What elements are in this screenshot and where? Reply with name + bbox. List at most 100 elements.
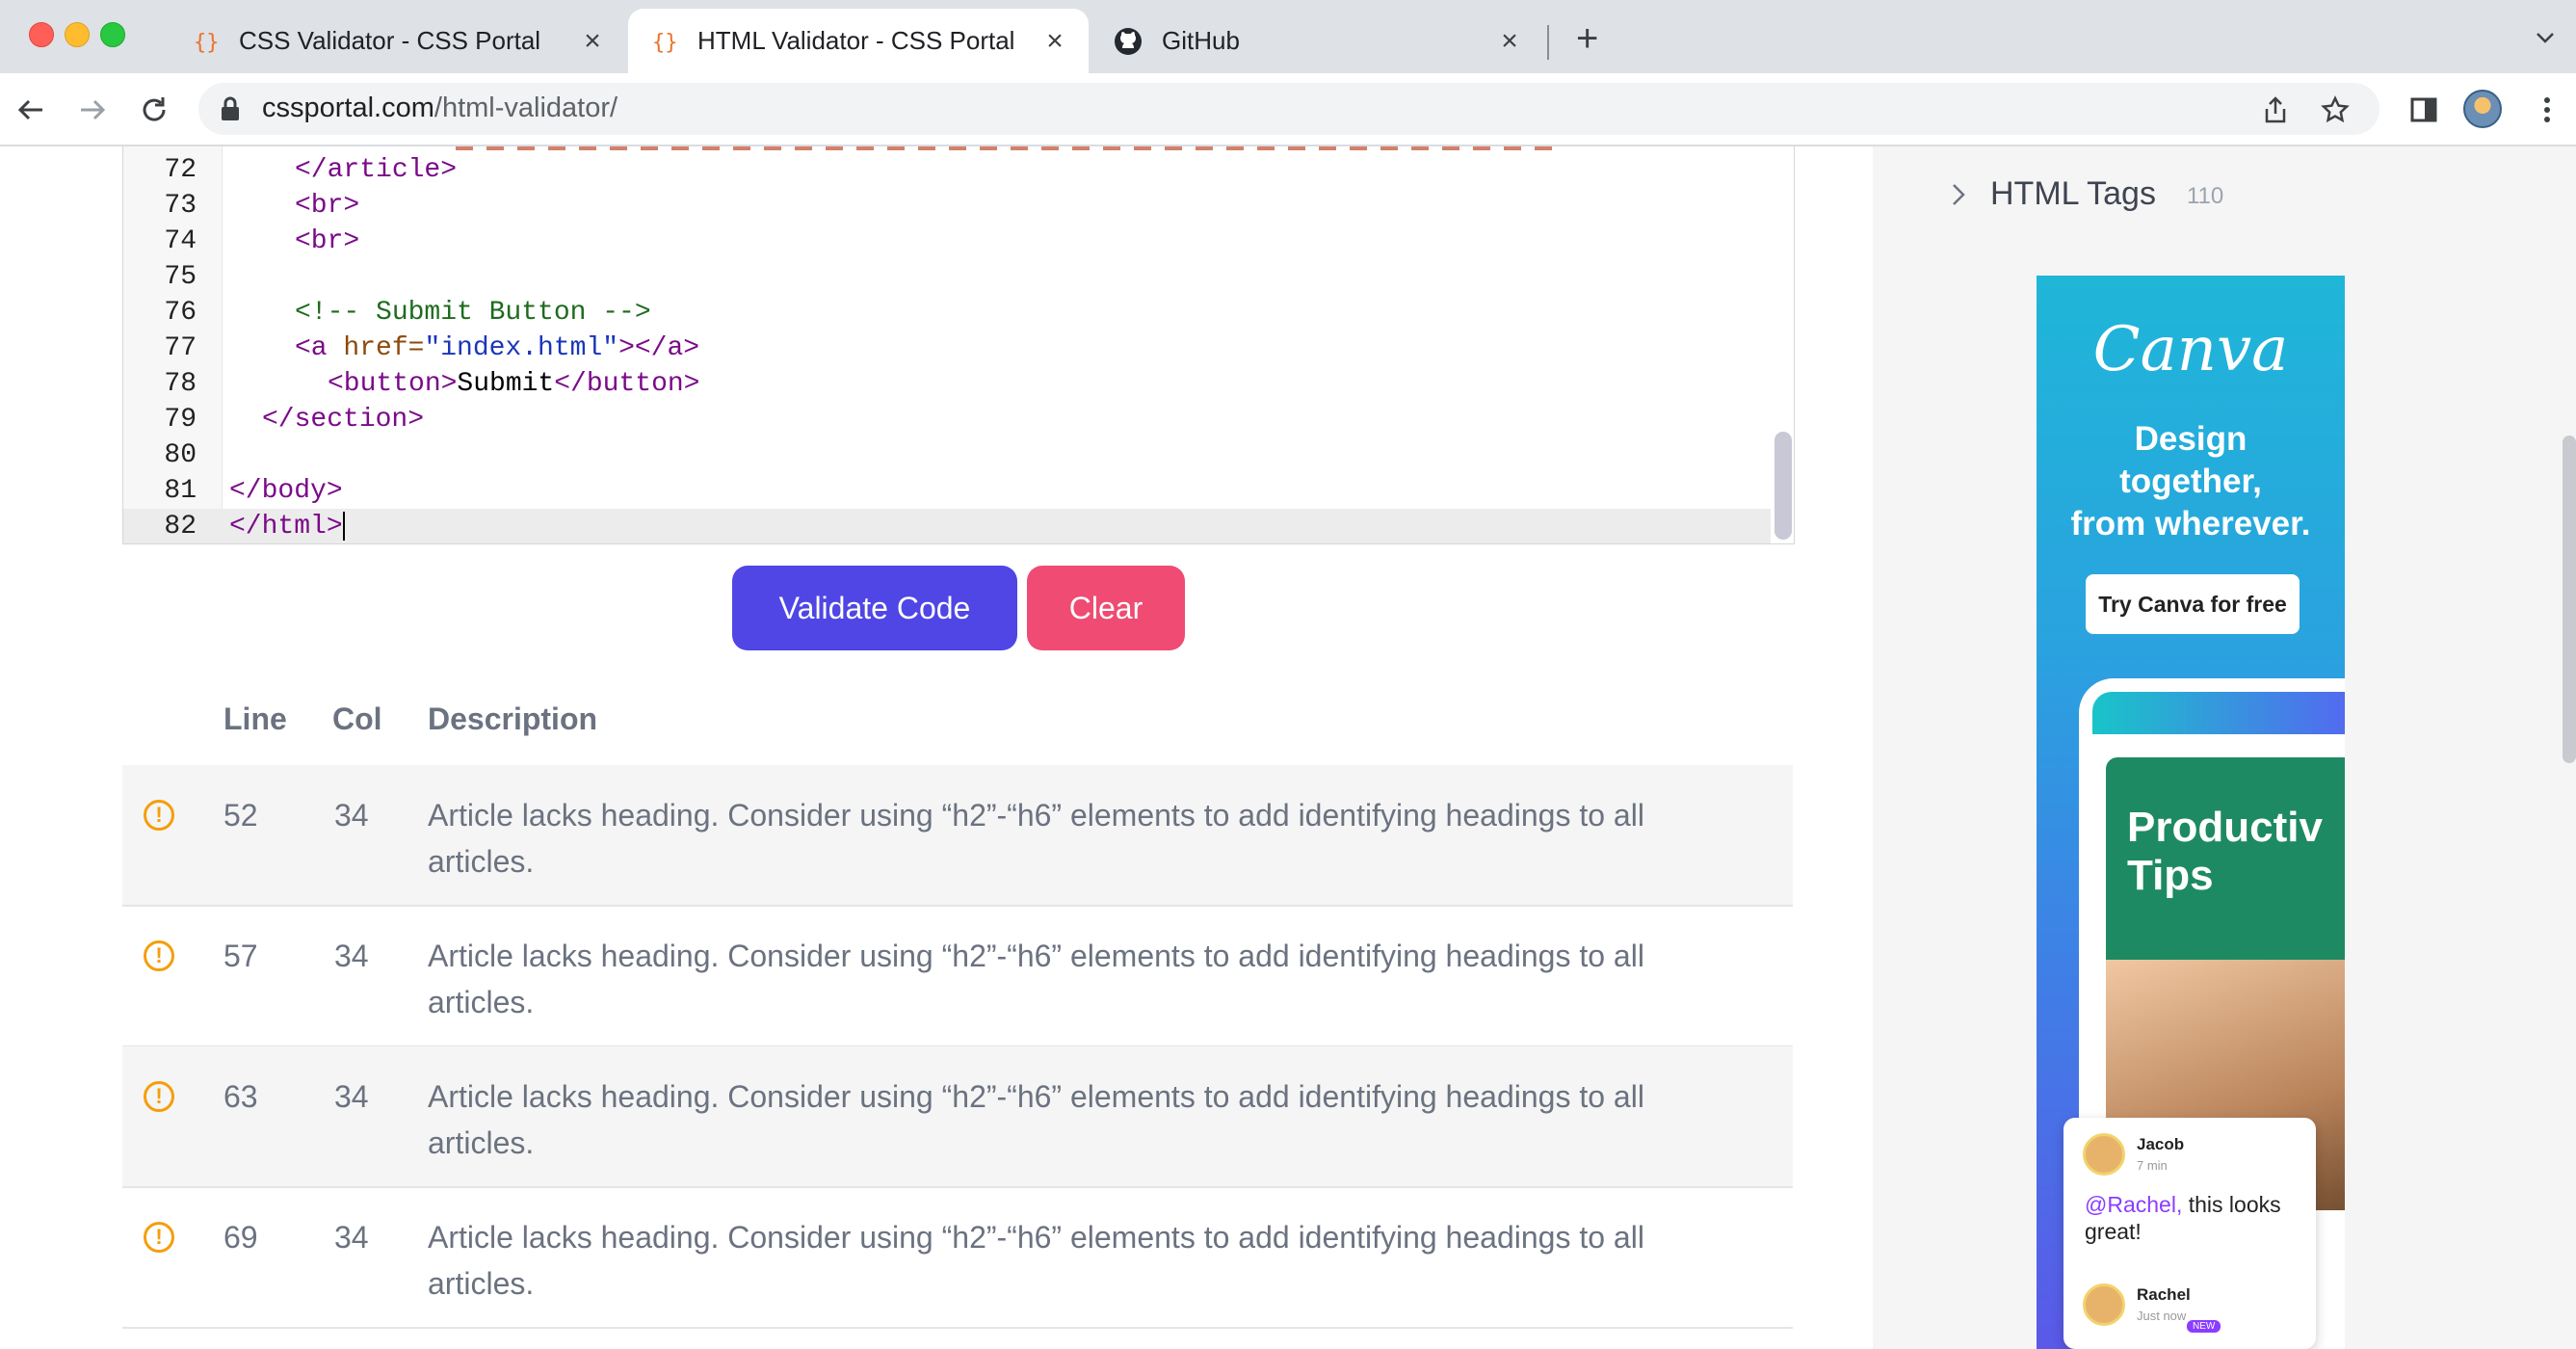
table-row: ! 63 34 Article lacks heading. Consider … — [122, 1046, 1793, 1188]
row-col: 34 — [334, 798, 369, 833]
phone-card-title: Productiv Tips — [2127, 804, 2323, 900]
ad-tagline: Design together, from wherever. — [2037, 418, 2345, 545]
line-number: 75 — [164, 262, 197, 292]
new-tab-icon[interactable]: + — [1576, 19, 1598, 58]
reload-icon[interactable] — [135, 91, 173, 129]
line-number: 79 — [164, 405, 197, 435]
comment-card: Jacob 7 min @Rachel, this looks great! R… — [2063, 1118, 2316, 1349]
clear-button[interactable]: Clear — [1027, 566, 1185, 650]
tab-title: CSS Validator - CSS Portal — [239, 26, 541, 55]
code-text: <br> — [295, 226, 360, 256]
code-line: 80 — [123, 437, 1771, 473]
code-line: 76 <!-- Submit Button --> — [123, 295, 1771, 331]
table-row: ! 57 34 Article lacks heading. Consider … — [122, 906, 1793, 1047]
page-content: 72 </article> 73 <br> 74 <br> 75 76 <!--… — [0, 146, 2576, 1349]
editor-scrollbar[interactable] — [1774, 432, 1792, 540]
canva-logo: Canva — [2092, 314, 2289, 385]
page-scrollbar[interactable] — [2563, 436, 2576, 763]
line-number: 72 — [164, 155, 197, 185]
code-line: 81 </body> — [123, 473, 1771, 509]
close-tab-icon[interactable]: × — [1495, 25, 1524, 58]
row-line: 52 — [223, 798, 258, 833]
ad-tagline-line: Design — [2134, 420, 2247, 458]
line-number: 81 — [164, 476, 197, 506]
code-line: 79 </section> — [123, 402, 1771, 437]
bookmark-star-icon[interactable] — [2318, 93, 2353, 127]
forward-icon[interactable] — [73, 91, 112, 129]
line-number: 82 — [164, 512, 197, 542]
code-line: 75 — [123, 259, 1771, 295]
clipped-code-line — [456, 146, 1564, 150]
minimize-window-button[interactable] — [65, 22, 90, 47]
tab-search-chevron-icon[interactable] — [2534, 26, 2557, 54]
phone-card-title-line: Productiv — [2127, 804, 2323, 851]
warning-icon: ! — [144, 800, 174, 831]
results-header: Line Col Description — [122, 673, 1793, 767]
row-col: 34 — [334, 1079, 369, 1114]
canva-advertisement[interactable]: Canva Design together, from wherever. Tr… — [2037, 276, 2345, 1349]
side-panel-icon[interactable] — [2405, 91, 2443, 129]
address-bar[interactable]: cssportal.com/html-validator/ — [198, 83, 2379, 135]
line-number: 76 — [164, 298, 197, 328]
reply-name: Rachel — [2137, 1285, 2191, 1304]
code-line: 78 <button>Submit</button> — [123, 366, 1771, 402]
html-tags-count: 110 — [2186, 182, 2224, 209]
code-text: </html> — [229, 511, 345, 542]
tab-title: GitHub — [1162, 26, 1240, 55]
css-portal-icon: {} — [191, 27, 220, 56]
try-canva-button[interactable]: Try Canva for free — [2086, 574, 2300, 634]
code-line-current: 82 </html> — [123, 509, 1771, 543]
html-tags-label: HTML Tags — [1990, 175, 2156, 212]
close-window-button[interactable] — [29, 22, 54, 47]
chevron-right-icon — [1950, 181, 1979, 208]
line-number: 77 — [164, 333, 197, 363]
commenter-name: Jacob — [2137, 1135, 2185, 1153]
svg-text:{}: {} — [194, 31, 218, 54]
browser-tab-strip: {} CSS Validator - CSS Portal × {} HTML … — [0, 0, 2576, 73]
close-tab-icon[interactable]: × — [1040, 25, 1069, 58]
reply-avatar — [2083, 1283, 2125, 1326]
code-text: </article> — [295, 155, 458, 185]
tab-css-validator[interactable]: {} CSS Validator - CSS Portal × — [170, 9, 626, 73]
row-col: 34 — [334, 939, 369, 973]
row-col: 34 — [334, 1220, 369, 1255]
html-tags-toggle[interactable]: HTML Tags 110 — [1950, 175, 2223, 213]
line-number: 73 — [164, 191, 197, 221]
table-row: ! 69 34 Article lacks heading. Consider … — [122, 1187, 1793, 1329]
warning-icon: ! — [144, 1222, 174, 1253]
code-text: <button>Submit</button> — [328, 369, 700, 399]
header-description: Description — [428, 701, 598, 736]
row-description: Article lacks heading. Consider using “h… — [428, 1079, 1644, 1160]
svg-text:{}: {} — [652, 31, 676, 54]
row-line: 63 — [223, 1079, 258, 1114]
new-badge: NEW — [2187, 1320, 2221, 1333]
row-description: Article lacks heading. Consider using “h… — [428, 1220, 1644, 1301]
ad-tagline-line: together, — [2119, 463, 2262, 500]
css-portal-icon: {} — [649, 27, 678, 56]
warning-icon: ! — [144, 940, 174, 971]
code-line: 73 <br> — [123, 188, 1771, 224]
validate-code-button[interactable]: Validate Code — [732, 566, 1017, 650]
tab-html-validator[interactable]: {} HTML Validator - CSS Portal × — [628, 9, 1089, 73]
close-tab-icon[interactable]: × — [578, 25, 607, 58]
share-icon[interactable] — [2258, 93, 2293, 127]
code-text: <a href="index.html"></a> — [295, 333, 700, 363]
text-cursor — [342, 511, 345, 541]
ad-tagline-line: from wherever. — [2070, 505, 2311, 542]
sidebar: HTML Tags 110 Canva Design together, fro… — [1873, 146, 2576, 1349]
profile-avatar[interactable] — [2463, 90, 2502, 128]
back-icon[interactable] — [12, 91, 50, 129]
tab-github[interactable]: GitHub × — [1092, 9, 1543, 73]
browser-menu-icon[interactable] — [2528, 91, 2566, 129]
code-text: </section> — [262, 405, 425, 435]
code-line: 74 <br> — [123, 224, 1771, 259]
row-description: Article lacks heading. Consider using “h… — [428, 939, 1644, 1019]
reply-time: Just now — [2137, 1309, 2187, 1323]
code-line: 72 </article> — [123, 152, 1771, 188]
table-row: ! 52 34 Article lacks heading. Consider … — [122, 765, 1793, 907]
code-editor[interactable]: 72 </article> 73 <br> 74 <br> 75 76 <!--… — [122, 146, 1795, 544]
header-line: Line — [223, 701, 287, 736]
maximize-window-button[interactable] — [100, 22, 125, 47]
url-text: cssportal.com/html-validator/ — [262, 93, 618, 123]
phone-card-title-line: Tips — [2127, 852, 2214, 899]
